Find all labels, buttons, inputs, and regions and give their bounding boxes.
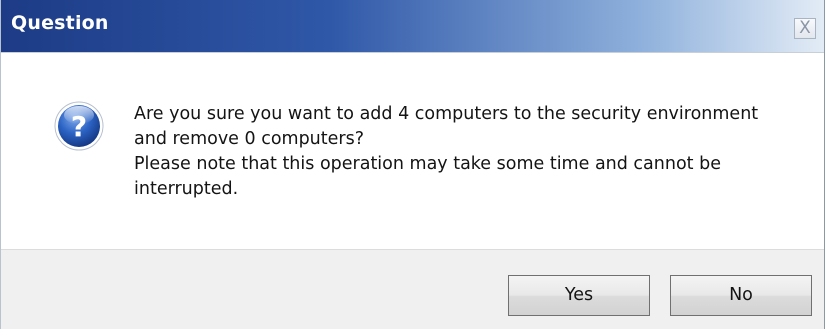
title-bar[interactable]: Question X (1, 0, 824, 53)
question-icon: ? (54, 101, 104, 151)
close-icon: X (799, 18, 811, 38)
question-glyph: ? (71, 110, 87, 143)
message-line-2: Please note that this operation may take… (134, 154, 721, 199)
close-button[interactable]: X (794, 18, 816, 39)
dialog-message: Are you sure you want to add 4 computers… (134, 102, 794, 202)
dialog-title: Question (11, 12, 109, 34)
message-line-1: Are you sure you want to add 4 computers… (134, 104, 759, 149)
button-bar: Yes No (1, 249, 824, 329)
question-dialog: Question X ? Are you sure you want to ad… (0, 0, 825, 329)
yes-button[interactable]: Yes (508, 275, 650, 316)
dialog-content: ? Are you sure you want to add 4 compute… (1, 53, 824, 249)
no-button[interactable]: No (670, 275, 812, 316)
